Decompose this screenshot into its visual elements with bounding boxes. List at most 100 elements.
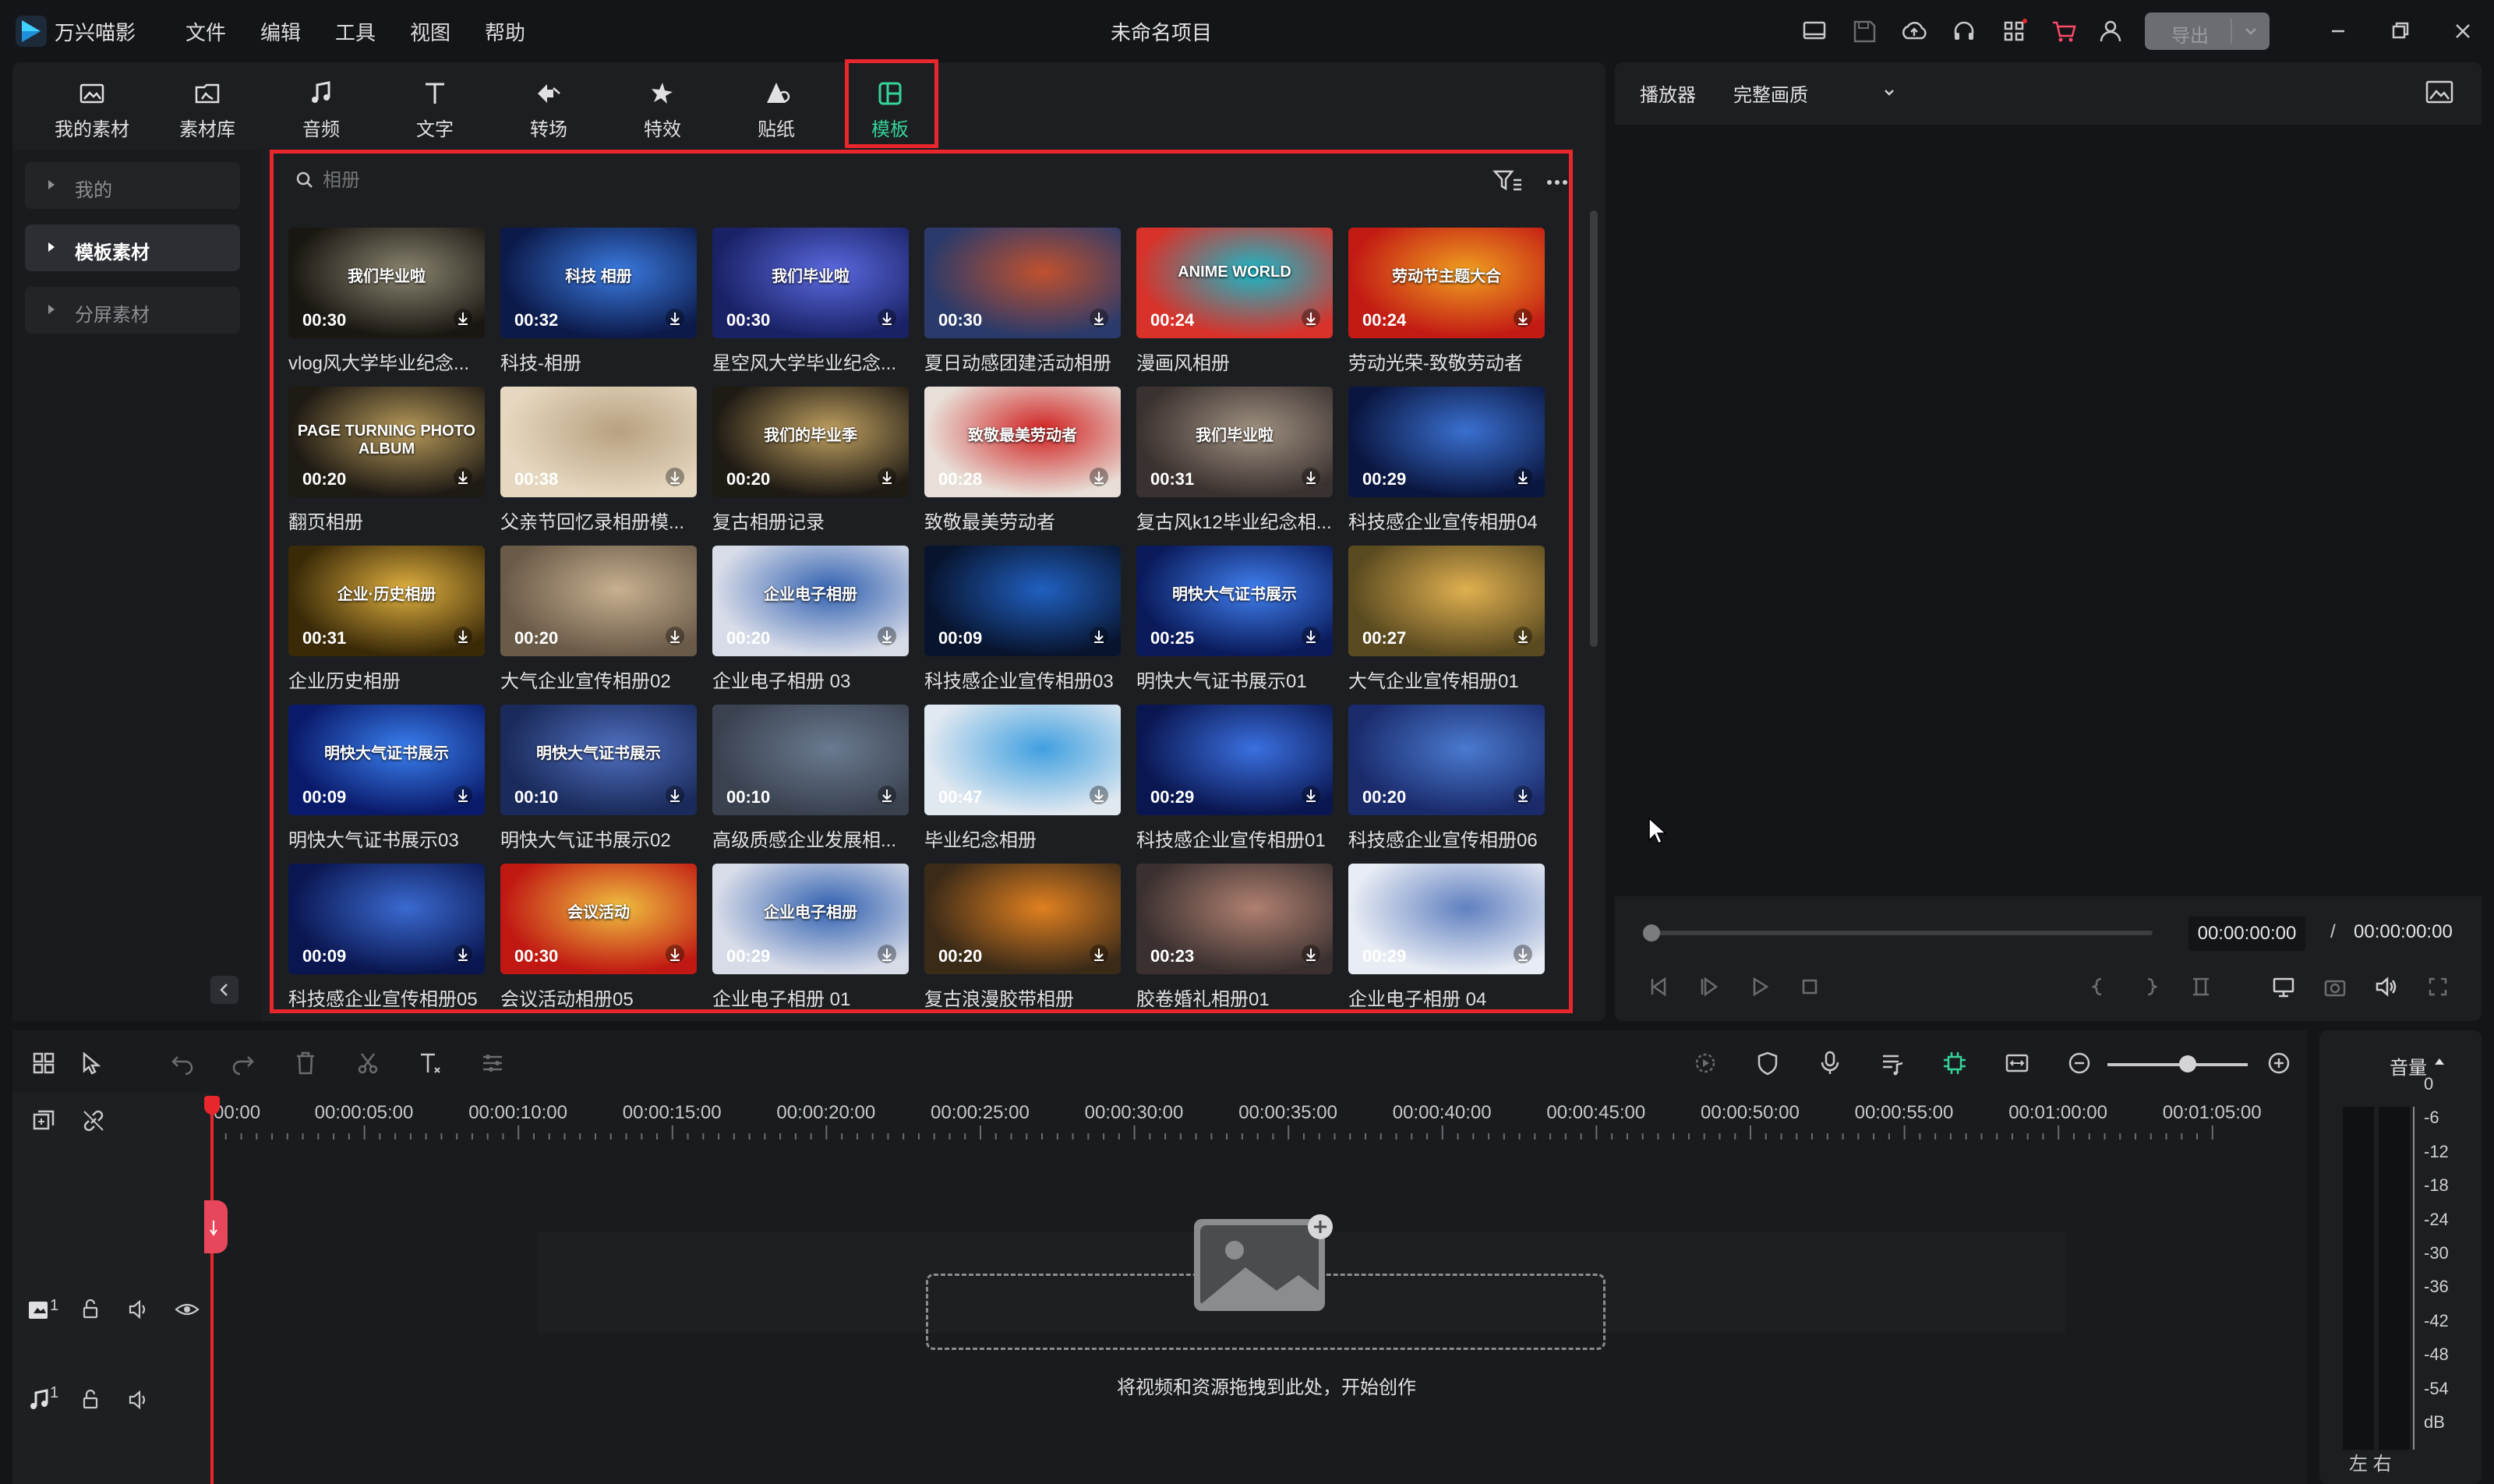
template-card[interactable]: 明快大气证书展示 00:09 明快大气证书展示03	[288, 705, 485, 857]
template-card[interactable]: 00:23 胶卷婚礼相册01	[1136, 864, 1333, 1016]
template-thumbnail[interactable]: 00:20	[924, 864, 1121, 974]
download-icon[interactable]	[1088, 943, 1110, 965]
template-card[interactable]: 我们毕业啦 00:30 星空风大学毕业纪念...	[712, 228, 909, 380]
template-card[interactable]: ANIME WORLD 00:24 漫画风相册	[1136, 228, 1333, 380]
preview-viewer[interactable]	[1615, 125, 2482, 896]
download-icon[interactable]	[1300, 625, 1322, 647]
close-icon[interactable]	[2447, 16, 2478, 47]
tool-my-media[interactable]: 我的素材	[45, 78, 139, 143]
template-card[interactable]: 致敬最美劳动者 00:28 致敬最美劳动者	[924, 387, 1121, 539]
volume-label[interactable]: 音量	[2390, 1052, 2427, 1079]
download-icon[interactable]	[1512, 625, 1534, 647]
template-card[interactable]: 00:29 企业电子相册 04	[1348, 864, 1545, 1016]
playback-progress[interactable]	[1646, 931, 2153, 935]
playhead[interactable]	[210, 1096, 214, 1484]
category-mine[interactable]: 我的	[25, 162, 240, 209]
download-icon[interactable]	[876, 307, 898, 329]
template-thumbnail[interactable]: 科技 相册 00:32	[500, 228, 697, 338]
tool-text[interactable]: 文字	[388, 78, 482, 143]
download-icon[interactable]	[876, 943, 898, 965]
template-card[interactable]: 会议活动 00:30 会议活动相册05	[500, 864, 697, 1016]
download-icon[interactable]	[1300, 784, 1322, 806]
template-thumbnail[interactable]: 我们毕业啦 00:30	[288, 228, 485, 338]
template-thumbnail[interactable]: 00:29	[1348, 387, 1545, 497]
save-icon[interactable]	[1849, 16, 1880, 47]
undo-icon[interactable]	[167, 1048, 198, 1079]
cloud-upload-icon[interactable]	[1899, 16, 1930, 47]
prev-frame-icon[interactable]	[1644, 973, 1673, 1001]
download-icon[interactable]	[664, 784, 686, 806]
template-thumbnail[interactable]: ANIME WORLD 00:24	[1136, 228, 1333, 338]
download-icon[interactable]	[1088, 466, 1110, 488]
caret-up-icon[interactable]	[2435, 1058, 2444, 1065]
ai-snap-icon[interactable]	[1939, 1048, 1970, 1079]
download-icon[interactable]	[452, 943, 474, 965]
render-icon[interactable]	[1690, 1048, 1721, 1079]
download-icon[interactable]	[664, 625, 686, 647]
download-icon[interactable]	[664, 466, 686, 488]
template-card[interactable]: 00:20 大气企业宣传相册02	[500, 546, 697, 698]
template-thumbnail[interactable]: 明快大气证书展示 00:09	[288, 705, 485, 815]
menu-view[interactable]: 视图	[410, 17, 450, 46]
mark-in-icon[interactable]	[2086, 973, 2114, 1001]
search-input[interactable]	[321, 165, 711, 196]
next-frame-icon[interactable]	[1696, 973, 1724, 1001]
template-card[interactable]: 00:20 科技感企业宣传相册06	[1348, 705, 1545, 857]
download-icon[interactable]	[1300, 307, 1322, 329]
template-card[interactable]: 00:29 科技感企业宣传相册04	[1348, 387, 1545, 539]
template-card[interactable]: 科技 相册 00:32 科技-相册	[500, 228, 697, 380]
template-thumbnail[interactable]: 00:29	[1348, 864, 1545, 974]
adjust-icon[interactable]	[477, 1048, 508, 1079]
playhead-marker[interactable]	[204, 1200, 228, 1253]
link-icon[interactable]	[78, 1105, 109, 1136]
display-icon[interactable]	[2270, 973, 2298, 1001]
template-thumbnail[interactable]: 我们的毕业季 00:20	[712, 387, 909, 497]
menu-help[interactable]: 帮助	[485, 17, 525, 46]
layout-icon[interactable]	[1799, 16, 1830, 47]
category-template-assets[interactable]: 模板素材	[25, 224, 240, 271]
download-icon[interactable]	[1088, 625, 1110, 647]
collapse-sidebar-button[interactable]	[210, 976, 238, 1004]
template-thumbnail[interactable]: 00:47	[924, 705, 1121, 815]
snapshot-image-icon[interactable]	[2424, 78, 2455, 106]
progress-knob[interactable]	[1643, 924, 1660, 942]
template-thumbnail[interactable]: 00:27	[1348, 546, 1545, 656]
lock-icon[interactable]	[75, 1384, 106, 1415]
template-card[interactable]: 00:38 父亲节回忆录相册模...	[500, 387, 697, 539]
player-tab[interactable]: 播放器	[1640, 80, 1696, 107]
volume-icon[interactable]	[2372, 973, 2400, 1001]
chevron-down-icon[interactable]	[1880, 83, 1899, 101]
zoom-out-icon[interactable]	[2064, 1048, 2095, 1079]
template-card[interactable]: 企业电子相册 00:29 企业电子相册 01	[712, 864, 909, 1016]
tool-stock-media[interactable]: 素材库	[161, 78, 254, 143]
download-icon[interactable]	[664, 943, 686, 965]
template-thumbnail[interactable]: 00:23	[1136, 864, 1333, 974]
template-thumbnail[interactable]: PAGE TURNING PHOTO ALBUM 00:20	[288, 387, 485, 497]
template-thumbnail[interactable]: 企业电子相册 00:29	[712, 864, 909, 974]
fullscreen-icon[interactable]	[2424, 973, 2452, 1001]
template-thumbnail[interactable]: 企业电子相册 00:20	[712, 546, 909, 656]
mark-out-icon[interactable]	[2135, 973, 2164, 1001]
layout-grid-icon[interactable]	[28, 1048, 59, 1079]
eye-icon[interactable]	[171, 1294, 203, 1325]
download-icon[interactable]	[452, 466, 474, 488]
template-card[interactable]: 00:30 夏日动感团建活动相册	[924, 228, 1121, 380]
template-card[interactable]: 我们的毕业季 00:20 复古相册记录	[712, 387, 909, 539]
template-card[interactable]: 00:29 科技感企业宣传相册01	[1136, 705, 1333, 857]
tool-sticker[interactable]: 贴纸	[729, 78, 823, 143]
template-card[interactable]: 00:47 毕业纪念相册	[924, 705, 1121, 857]
stop-icon[interactable]	[1796, 973, 1824, 1001]
download-icon[interactable]	[1300, 466, 1322, 488]
redo-icon[interactable]	[228, 1048, 259, 1079]
template-thumbnail[interactable]: 会议活动 00:30	[500, 864, 697, 974]
template-thumbnail[interactable]: 明快大气证书展示 00:25	[1136, 546, 1333, 656]
template-thumbnail[interactable]: 我们毕业啦 00:30	[712, 228, 909, 338]
speaker-icon[interactable]	[123, 1384, 154, 1415]
scrollbar[interactable]	[1590, 210, 1598, 647]
microphone-icon[interactable]	[1814, 1048, 1846, 1079]
tool-transition[interactable]: 转场	[502, 78, 595, 143]
template-card[interactable]: PAGE TURNING PHOTO ALBUM 00:20 翻页相册	[288, 387, 485, 539]
template-card[interactable]: 明快大气证书展示 00:25 明快大气证书展示01	[1136, 546, 1333, 698]
zoom-slider-track[interactable]	[2107, 1063, 2248, 1066]
template-thumbnail[interactable]: 明快大气证书展示 00:10	[500, 705, 697, 815]
